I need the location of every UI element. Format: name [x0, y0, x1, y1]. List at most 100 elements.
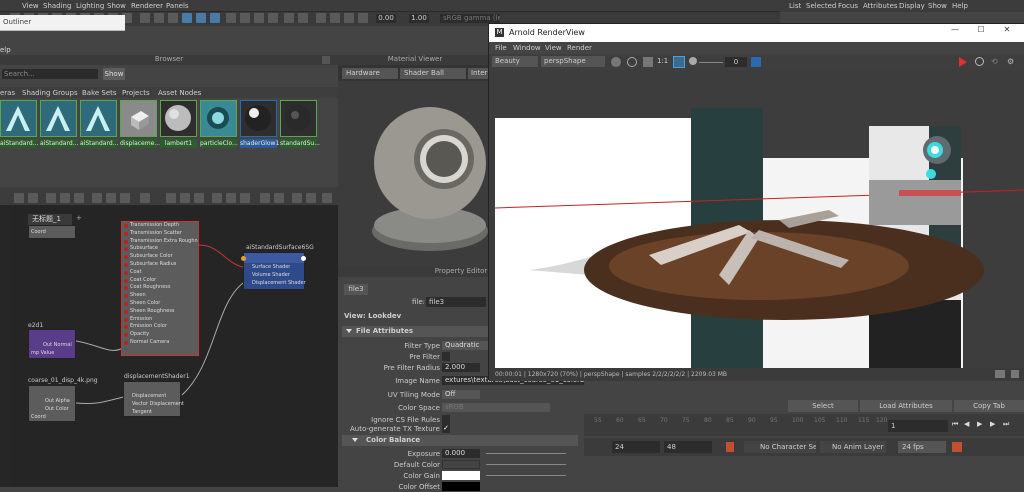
tool-icon[interactable]	[268, 13, 278, 23]
node-attr[interactable]: Subsurface Radius	[122, 261, 198, 269]
ipr-icon[interactable]: ⟲	[991, 57, 1000, 66]
tool-icon[interactable]	[306, 193, 316, 203]
file-attr[interactable]: Out Alpha	[45, 398, 70, 404]
aov-select[interactable]: Beauty	[492, 56, 538, 67]
node-attr[interactable]: Transmission Scatter	[122, 230, 198, 238]
color-gain-swatch[interactable]	[442, 471, 480, 480]
tool-icon[interactable]	[140, 13, 150, 23]
menu-attributes[interactable]: Attributes	[863, 2, 898, 10]
menu-render[interactable]: Render	[567, 44, 592, 52]
material-thumb[interactable]	[0, 100, 37, 137]
anim-layer-select[interactable]: No Anim Layer	[820, 441, 886, 453]
menu-view[interactable]: View	[22, 2, 39, 10]
menu-view[interactable]: View	[545, 44, 562, 52]
tool-icon[interactable]	[298, 13, 308, 23]
camera-select[interactable]: perspShape	[541, 56, 605, 67]
disp-attr[interactable]: Tangent	[132, 409, 152, 415]
time-slider[interactable]: 55 60 65 70 75 80 85 90 95 100 105 110 1…	[584, 414, 1024, 436]
render-canvas[interactable]	[489, 70, 1024, 368]
menu-display[interactable]: Display	[899, 2, 925, 10]
bump-node[interactable]: Out Normal mp Value	[28, 329, 76, 359]
node-attr[interactable]: Emission Color	[122, 323, 198, 331]
tab-cameras[interactable]: eras	[0, 89, 15, 97]
colorspace-select[interactable]: sRGB gamma (legacy)	[440, 14, 500, 23]
tool-icon[interactable]	[212, 193, 222, 203]
material-thumb[interactable]	[40, 100, 77, 137]
node-attr[interactable]: Sheen Color	[122, 300, 198, 308]
dropdown-icon[interactable]	[1011, 370, 1019, 378]
tool-icon[interactable]	[284, 13, 294, 23]
exposure-slider[interactable]	[699, 62, 723, 63]
node-attr[interactable]: Coat Roughness	[122, 284, 198, 292]
tool-icon[interactable]	[274, 193, 284, 203]
refresh-icon[interactable]	[975, 57, 984, 66]
browser-search-input[interactable]: Search...	[2, 69, 98, 79]
tool-icon[interactable]	[92, 193, 102, 203]
tool-icon[interactable]	[74, 193, 84, 203]
key-icon[interactable]	[726, 442, 734, 452]
menu-panels[interactable]: Panels	[166, 2, 189, 10]
tool-icon[interactable]	[46, 193, 56, 203]
tab-asset-nodes[interactable]: Asset Nodes	[158, 89, 201, 97]
lut-icon[interactable]	[751, 57, 761, 67]
node-attr[interactable]: Transmission Depth	[122, 222, 198, 230]
exposure-field[interactable]: 0.000	[442, 449, 480, 458]
tool-icon[interactable]	[292, 193, 302, 203]
menu-lighting[interactable]: Lighting	[76, 2, 104, 10]
play-forward-icon[interactable]: ▶	[977, 420, 987, 430]
node-attr[interactable]: Emission	[122, 316, 198, 324]
maximize-icon[interactable]: ☐	[973, 25, 989, 39]
tool-icon[interactable]	[180, 193, 190, 203]
tool-icon[interactable]	[154, 13, 164, 23]
tool-icon[interactable]	[260, 193, 270, 203]
menu-renderer[interactable]: Renderer	[131, 2, 163, 10]
menu-show[interactable]: Show	[107, 2, 126, 10]
node-attr[interactable]: Subsurface Color	[122, 253, 198, 261]
default-color-slider[interactable]	[486, 464, 566, 465]
node-attr[interactable]: Sheen Roughness	[122, 308, 198, 316]
tool-icon[interactable]	[240, 13, 250, 23]
tool-icon[interactable]	[28, 193, 38, 203]
range-slider[interactable]: 24 48 No Character Set No Anim Layer 24 …	[584, 438, 1024, 456]
minimize-icon[interactable]: —	[947, 25, 963, 39]
sg-attr[interactable]: Displacement Shader	[252, 280, 306, 286]
file-attr[interactable]: Out Color	[45, 406, 69, 412]
select-button[interactable]: Select	[788, 400, 858, 412]
node-attr[interactable]: Normal Camera	[122, 339, 198, 347]
show-button[interactable]: Show	[103, 68, 125, 80]
coord-node[interactable]: Coord	[28, 225, 76, 239]
material-thumb[interactable]	[280, 100, 317, 137]
render-icon[interactable]	[959, 57, 967, 67]
menu-file[interactable]: File	[495, 44, 507, 52]
auto-key-icon[interactable]	[952, 442, 962, 452]
tool-icon[interactable]	[166, 193, 176, 203]
tool-icon[interactable]	[240, 193, 250, 203]
tool-icon[interactable]	[182, 13, 192, 23]
tool-icon[interactable]	[168, 13, 178, 23]
material-thumb[interactable]	[120, 100, 157, 137]
tool-icon[interactable]	[14, 193, 24, 203]
menu-list[interactable]: List	[789, 2, 801, 10]
tool-icon[interactable]	[322, 193, 332, 203]
display-icon[interactable]	[627, 57, 637, 67]
tool-icon[interactable]	[254, 13, 264, 23]
tool-icon[interactable]	[358, 13, 368, 23]
load-attributes-button[interactable]: Load Attributes	[860, 400, 952, 412]
settings-gear-icon[interactable]: ⚙	[1007, 57, 1016, 66]
color-gain-slider[interactable]	[486, 475, 566, 476]
channel-icon[interactable]	[611, 57, 621, 67]
default-color-swatch[interactable]	[442, 460, 480, 469]
tool-icon[interactable]	[194, 193, 204, 203]
gamma-field[interactable]: 1.00	[409, 14, 429, 23]
file-attributes-section[interactable]: File Attributes	[342, 326, 492, 337]
node-attr[interactable]: Subsurface	[122, 245, 198, 253]
menu-help[interactable]: Help	[952, 2, 968, 10]
bump-attr[interactable]: Out Normal	[43, 342, 72, 348]
input-port-icon[interactable]	[241, 256, 246, 261]
shading-group-node[interactable]: Surface Shader Volume Shader Displacemen…	[241, 252, 306, 290]
node-attr[interactable]: Opacity	[122, 331, 198, 339]
menu-focus[interactable]: Focus	[838, 2, 858, 10]
file-attr[interactable]: Coord	[31, 414, 46, 420]
filter-type-select[interactable]: Quadratic	[442, 341, 490, 350]
tool-icon[interactable]	[196, 13, 206, 23]
